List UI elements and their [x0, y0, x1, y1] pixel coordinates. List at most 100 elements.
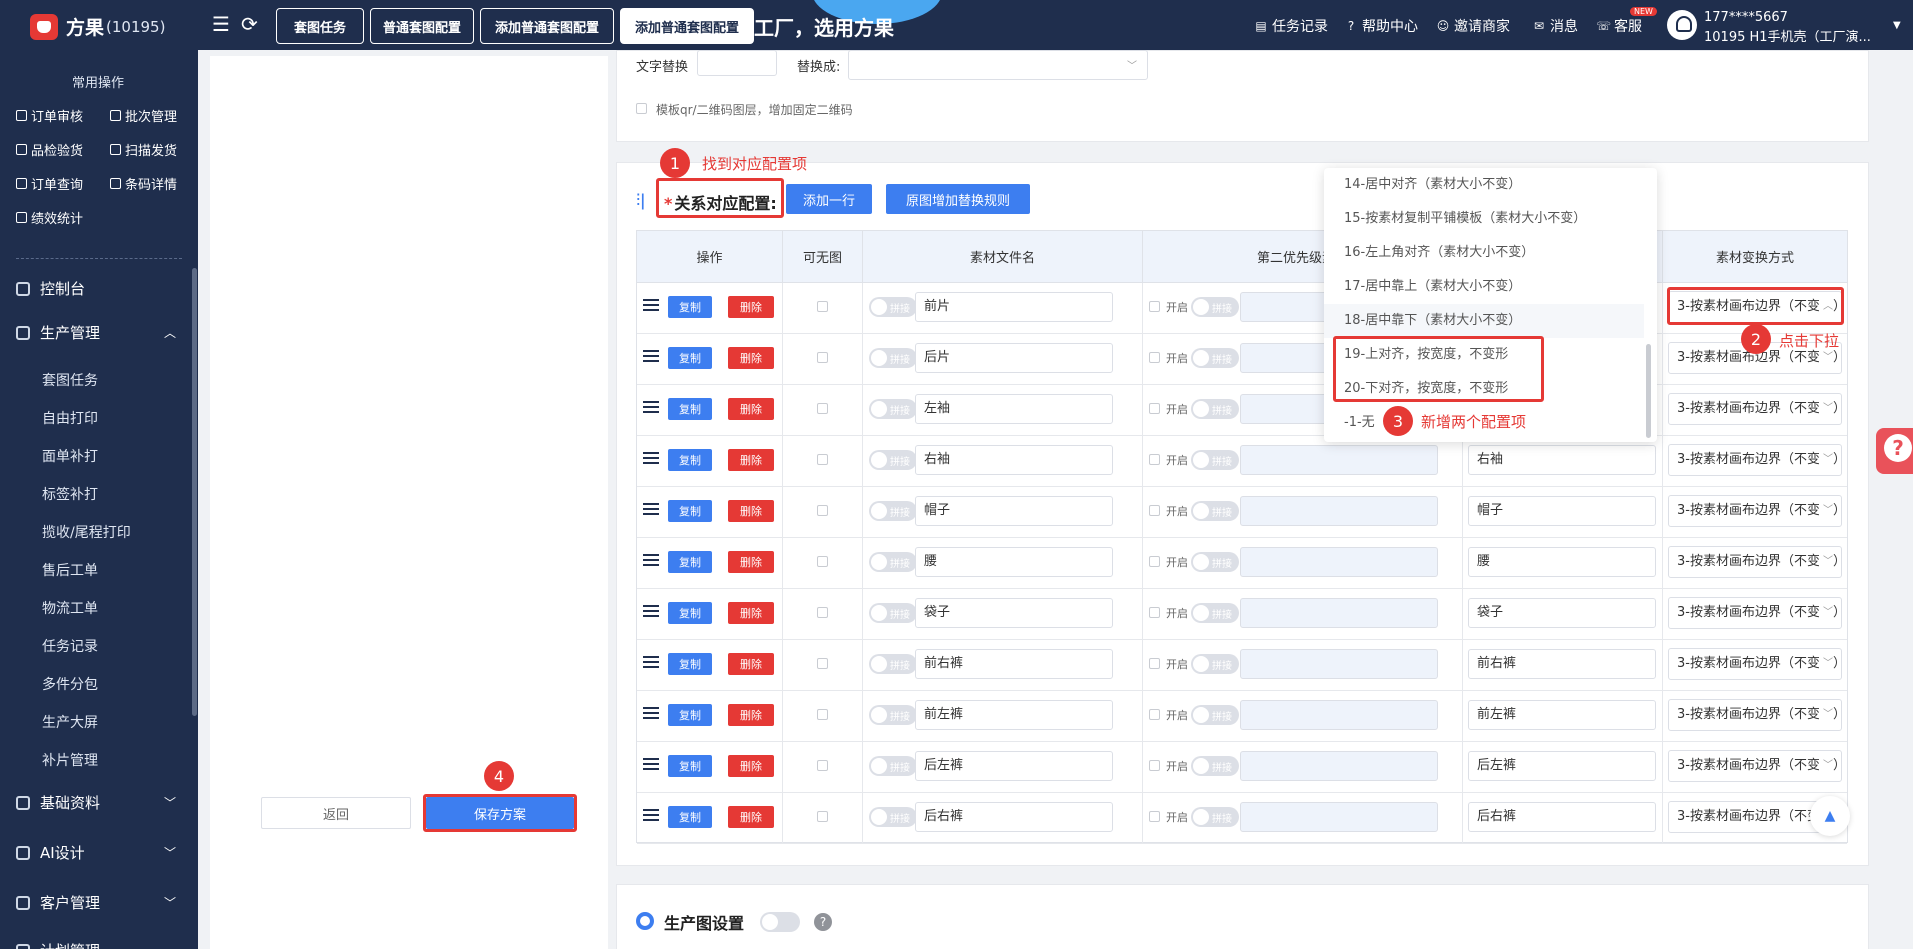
submenu-waybill-reprint[interactable]: 面单补打 [42, 446, 98, 466]
submenu-multi-pack[interactable]: 多件分包 [42, 674, 98, 694]
tab-add-normal-config-active[interactable]: 添加普通套图配置 [620, 8, 754, 44]
target-layer-input[interactable]: 后右裤 [1468, 802, 1656, 832]
second-concat-switch[interactable]: 拼接 [1191, 705, 1239, 725]
second-priority-checkbox[interactable] [1149, 352, 1160, 363]
drag-handle-icon[interactable] [643, 656, 659, 670]
add-row-button[interactable]: 添加一行 [786, 184, 872, 214]
second-concat-switch[interactable]: 拼接 [1191, 552, 1239, 572]
menu-customer[interactable]: 客户管理 ﹀ [16, 892, 176, 913]
target-layer-input[interactable]: 袋子 [1468, 598, 1656, 628]
material-file-input[interactable]: 后片 [915, 343, 1113, 373]
concat-switch[interactable]: 拼接 [869, 807, 917, 827]
sidebar-scrollbar[interactable] [192, 268, 197, 716]
dropdown-option-14[interactable]: 14-居中对齐（素材大小不变） [1324, 168, 1644, 202]
delete-button[interactable]: 删除 [728, 755, 774, 777]
material-file-input[interactable]: 前左裤 [915, 700, 1113, 730]
second-priority-checkbox[interactable] [1149, 301, 1160, 312]
material-file-input[interactable]: 腰 [915, 547, 1113, 577]
second-priority-input[interactable] [1240, 496, 1438, 526]
refresh-icon[interactable]: ⟳ [241, 14, 258, 34]
delete-button[interactable]: 删除 [728, 806, 774, 828]
menu-ai-design[interactable]: AI设计 ﹀ [16, 842, 176, 863]
second-priority-checkbox[interactable] [1149, 607, 1160, 618]
quick-performance[interactable]: 绩效统计 [16, 208, 83, 227]
target-layer-input[interactable]: 前右裤 [1468, 649, 1656, 679]
concat-switch[interactable]: 拼接 [869, 552, 917, 572]
copy-button[interactable]: 复制 [668, 551, 712, 573]
quick-order-review[interactable]: 订单审核 [16, 106, 83, 125]
no-image-checkbox[interactable] [817, 658, 828, 669]
second-concat-switch[interactable]: 拼接 [1191, 756, 1239, 776]
drag-handle-icon[interactable] [643, 299, 659, 313]
no-image-checkbox[interactable] [817, 454, 828, 465]
second-concat-switch[interactable]: 拼接 [1191, 450, 1239, 470]
second-concat-switch[interactable]: 拼接 [1191, 348, 1239, 368]
concat-switch[interactable]: 拼接 [869, 450, 917, 470]
no-image-checkbox[interactable] [817, 607, 828, 618]
delete-button[interactable]: 删除 [728, 347, 774, 369]
avatar[interactable] [1667, 10, 1697, 40]
production-image-switch[interactable] [760, 912, 800, 932]
no-image-checkbox[interactable] [817, 301, 828, 312]
add-replace-rule-button[interactable]: 原图增加替换规则 [886, 184, 1030, 214]
copy-button[interactable]: 复制 [668, 602, 712, 624]
delete-button[interactable]: 删除 [728, 500, 774, 522]
delete-button[interactable]: 删除 [728, 551, 774, 573]
drag-handle-icon[interactable] [643, 452, 659, 466]
second-priority-input[interactable] [1240, 751, 1438, 781]
drag-handle-icon[interactable] [643, 605, 659, 619]
copy-button[interactable]: 复制 [668, 398, 712, 420]
second-priority-checkbox[interactable] [1149, 811, 1160, 822]
drag-handle-icon[interactable] [643, 554, 659, 568]
copy-button[interactable]: 复制 [668, 806, 712, 828]
second-priority-checkbox[interactable] [1149, 454, 1160, 465]
material-file-input[interactable]: 后右裤 [915, 802, 1113, 832]
tab-task[interactable]: 套图任务 [276, 8, 364, 44]
drag-handle-icon[interactable] [643, 401, 659, 415]
copy-button[interactable]: 复制 [668, 704, 712, 726]
task-record-link[interactable]: ▤ 任务记录 [1254, 16, 1328, 36]
second-priority-input[interactable] [1240, 445, 1438, 475]
drag-handle-icon[interactable] [643, 809, 659, 823]
dropdown-option-16[interactable]: 16-左上角对齐（素材大小不变） [1324, 236, 1644, 270]
concat-switch[interactable]: 拼接 [869, 705, 917, 725]
no-image-checkbox[interactable] [817, 556, 828, 567]
submenu-pickup-print[interactable]: 揽收/尾程打印 [42, 522, 131, 542]
target-layer-input[interactable]: 腰 [1468, 547, 1656, 577]
second-priority-input[interactable] [1240, 649, 1438, 679]
second-priority-checkbox[interactable] [1149, 760, 1160, 771]
material-file-input[interactable]: 前右裤 [915, 649, 1113, 679]
transform-select[interactable]: 3-按素材画布边界（不变形）﹀ [1668, 750, 1842, 782]
message-link[interactable]: ✉ 消息 [1532, 16, 1578, 36]
copy-button[interactable]: 复制 [668, 653, 712, 675]
second-priority-checkbox[interactable] [1149, 403, 1160, 414]
text-replace-input[interactable] [697, 50, 777, 76]
transform-select[interactable]: 3-按素材画布边界（不变形）﹀ [1668, 393, 1842, 425]
transform-select[interactable]: 3-按素材画布边界（不变形）﹀ [1668, 597, 1842, 629]
second-concat-switch[interactable]: 拼接 [1191, 399, 1239, 419]
tab-normal-config[interactable]: 普通套图配置 [370, 8, 474, 44]
transform-select[interactable]: 3-按素材画布边界（不变形）﹀ [1668, 699, 1842, 731]
material-file-input[interactable]: 前片 [915, 292, 1113, 322]
second-priority-input[interactable] [1240, 802, 1438, 832]
transform-select[interactable]: 3-按素材画布边界（不变形）﹀ [1668, 495, 1842, 527]
chevron-down-icon[interactable]: ▼ [1893, 20, 1901, 31]
transform-select[interactable]: 3-按素材画布边界（不变形）﹀ [1668, 648, 1842, 680]
copy-button[interactable]: 复制 [668, 347, 712, 369]
delete-button[interactable]: 删除 [728, 296, 774, 318]
submenu-patch-manage[interactable]: 补片管理 [42, 750, 98, 770]
delete-button[interactable]: 删除 [728, 653, 774, 675]
concat-switch[interactable]: 拼接 [869, 501, 917, 521]
customer-service-link[interactable]: ☏ 客服 [1596, 16, 1642, 36]
concat-switch[interactable]: 拼接 [869, 654, 917, 674]
material-file-input[interactable]: 右袖 [915, 445, 1113, 475]
material-file-input[interactable]: 左袖 [915, 394, 1113, 424]
drag-handle-icon[interactable] [643, 350, 659, 364]
second-priority-input[interactable] [1240, 700, 1438, 730]
qr-checkbox[interactable] [636, 103, 647, 114]
quick-scan-ship[interactable]: 扫描发货 [110, 140, 177, 159]
quick-batch-manage[interactable]: 批次管理 [110, 106, 177, 125]
submenu-production-screen[interactable]: 生产大屏 [42, 712, 98, 732]
back-button[interactable]: 返回 [261, 797, 411, 829]
submenu-task-record[interactable]: 任务记录 [42, 636, 98, 656]
